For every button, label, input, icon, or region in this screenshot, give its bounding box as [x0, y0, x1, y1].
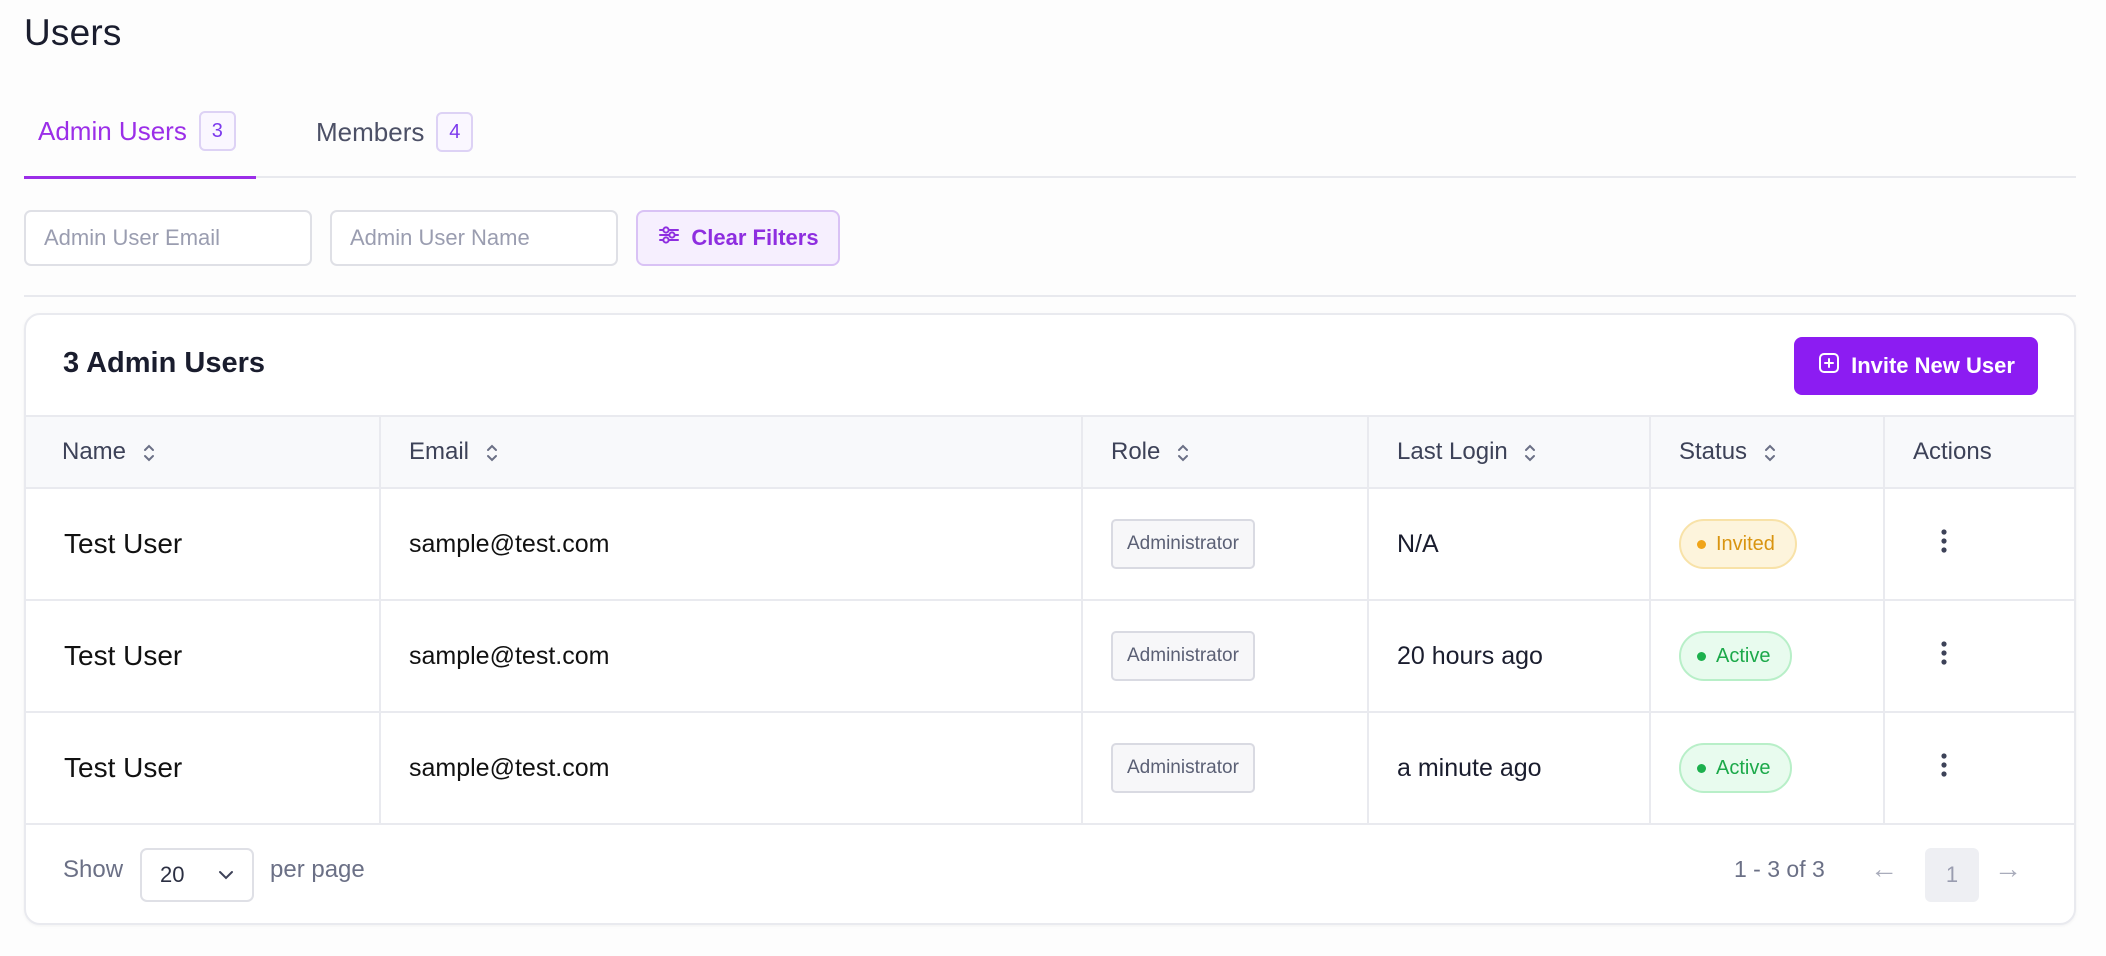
- admin-users-table: Name Email Role Last Login Status Action…: [26, 415, 2074, 825]
- page-title: Users: [24, 12, 122, 53]
- status-badge: Invited: [1679, 519, 1797, 569]
- role-badge: Administrator: [1111, 519, 1255, 569]
- status-cell: Active: [1650, 712, 1885, 824]
- status-dot-icon: [1697, 539, 1706, 549]
- admin-user-email-filter[interactable]: [24, 210, 312, 266]
- status-dot-icon: [1697, 763, 1706, 773]
- kebab-menu-icon[interactable]: [1940, 528, 1948, 554]
- column-email-label: Email: [409, 438, 470, 465]
- row-actions-menu[interactable]: [1884, 712, 2074, 824]
- role-badge: Administrator: [1111, 631, 1255, 681]
- user-email-cell: sample@test.com: [380, 600, 1083, 712]
- column-last-login-label: Last Login: [1397, 438, 1508, 465]
- column-header-name[interactable]: Name: [26, 416, 381, 488]
- column-header-role[interactable]: Role: [1082, 416, 1369, 488]
- per-page-label: per page: [270, 856, 365, 883]
- sort-icon: [1178, 444, 1189, 462]
- status-badge: Active: [1679, 631, 1793, 681]
- status-label: Active: [1716, 756, 1771, 779]
- sort-icon: [486, 444, 497, 462]
- tab-bar: Admin Users 3 Members 4: [24, 86, 2076, 179]
- row-actions-menu[interactable]: [1884, 488, 2074, 600]
- user-role-cell: Administrator: [1082, 488, 1369, 600]
- tab-admin-users[interactable]: Admin Users 3: [24, 86, 256, 179]
- tab-admin-users-count: 3: [198, 111, 236, 151]
- column-header-status[interactable]: Status: [1650, 416, 1885, 488]
- status-label: Invited: [1716, 532, 1775, 555]
- status-cell: Invited: [1650, 488, 1885, 600]
- plus-square-icon: [1817, 351, 1841, 381]
- user-email-cell: sample@test.com: [380, 712, 1083, 824]
- column-header-last-login[interactable]: Last Login: [1368, 416, 1651, 488]
- sort-icon: [1525, 444, 1536, 462]
- table-row: Test User sample@test.com Administrator …: [26, 600, 2074, 712]
- page-size-value: 20: [160, 862, 185, 887]
- column-actions-label: Actions: [1913, 438, 1992, 465]
- previous-page-icon[interactable]: ←: [1870, 853, 1898, 885]
- admin-users-card: 3 Admin Users Invite New User Name Email: [24, 313, 2076, 925]
- column-role-label: Role: [1111, 438, 1161, 465]
- user-name-cell: Test User: [26, 712, 381, 824]
- tab-members[interactable]: Members 4: [302, 86, 487, 178]
- row-actions-menu[interactable]: [1884, 600, 2074, 712]
- kebab-menu-icon[interactable]: [1940, 640, 1948, 666]
- invite-new-user-label: Invite New User: [1851, 353, 2015, 378]
- pagination-range: 1 - 3 of 3: [1734, 856, 1825, 882]
- table-row: Test User sample@test.com Administrator …: [26, 712, 2074, 824]
- clear-filters-label: Clear Filters: [691, 225, 819, 250]
- kebab-menu-icon[interactable]: [1940, 752, 1948, 778]
- invite-new-user-button[interactable]: Invite New User: [1794, 337, 2038, 395]
- last-login-cell: a minute ago: [1368, 712, 1651, 824]
- column-name-label: Name: [62, 438, 127, 465]
- column-header-email[interactable]: Email: [380, 416, 1083, 488]
- tab-admin-users-label: Admin Users: [38, 115, 187, 146]
- user-role-cell: Administrator: [1082, 600, 1369, 712]
- tab-members-count: 4: [436, 112, 474, 152]
- status-label: Active: [1716, 644, 1771, 667]
- last-login-cell: N/A: [1368, 488, 1651, 600]
- column-status-label: Status: [1679, 438, 1748, 465]
- show-label: Show: [63, 856, 124, 883]
- last-login-cell: 20 hours ago: [1368, 600, 1651, 712]
- chevron-down-icon: [219, 871, 233, 880]
- column-header-actions: Actions: [1884, 416, 2074, 488]
- user-name-cell: Test User: [26, 600, 381, 712]
- next-page-icon[interactable]: →: [1994, 853, 2022, 885]
- divider: [24, 295, 2076, 297]
- status-badge: Active: [1679, 743, 1793, 793]
- page-button-1[interactable]: 1: [1925, 848, 1979, 902]
- page-size-select[interactable]: 20: [140, 848, 254, 902]
- table-row: Test User sample@test.com Administrator …: [26, 488, 2074, 600]
- filter-sliders-icon: [657, 223, 681, 253]
- card-title: 3 Admin Users: [63, 347, 265, 379]
- tab-members-label: Members: [316, 116, 425, 147]
- user-email-cell: sample@test.com: [380, 488, 1083, 600]
- user-role-cell: Administrator: [1082, 712, 1369, 824]
- sort-icon: [1764, 444, 1775, 462]
- user-name-cell: Test User: [26, 488, 381, 600]
- status-dot-icon: [1697, 651, 1706, 661]
- sort-icon: [143, 444, 154, 462]
- role-badge: Administrator: [1111, 743, 1255, 793]
- table-header-row: Name Email Role Last Login Status Action…: [26, 416, 2074, 488]
- status-cell: Active: [1650, 600, 1885, 712]
- clear-filters-button[interactable]: Clear Filters: [636, 210, 840, 266]
- admin-user-name-filter[interactable]: [330, 210, 618, 266]
